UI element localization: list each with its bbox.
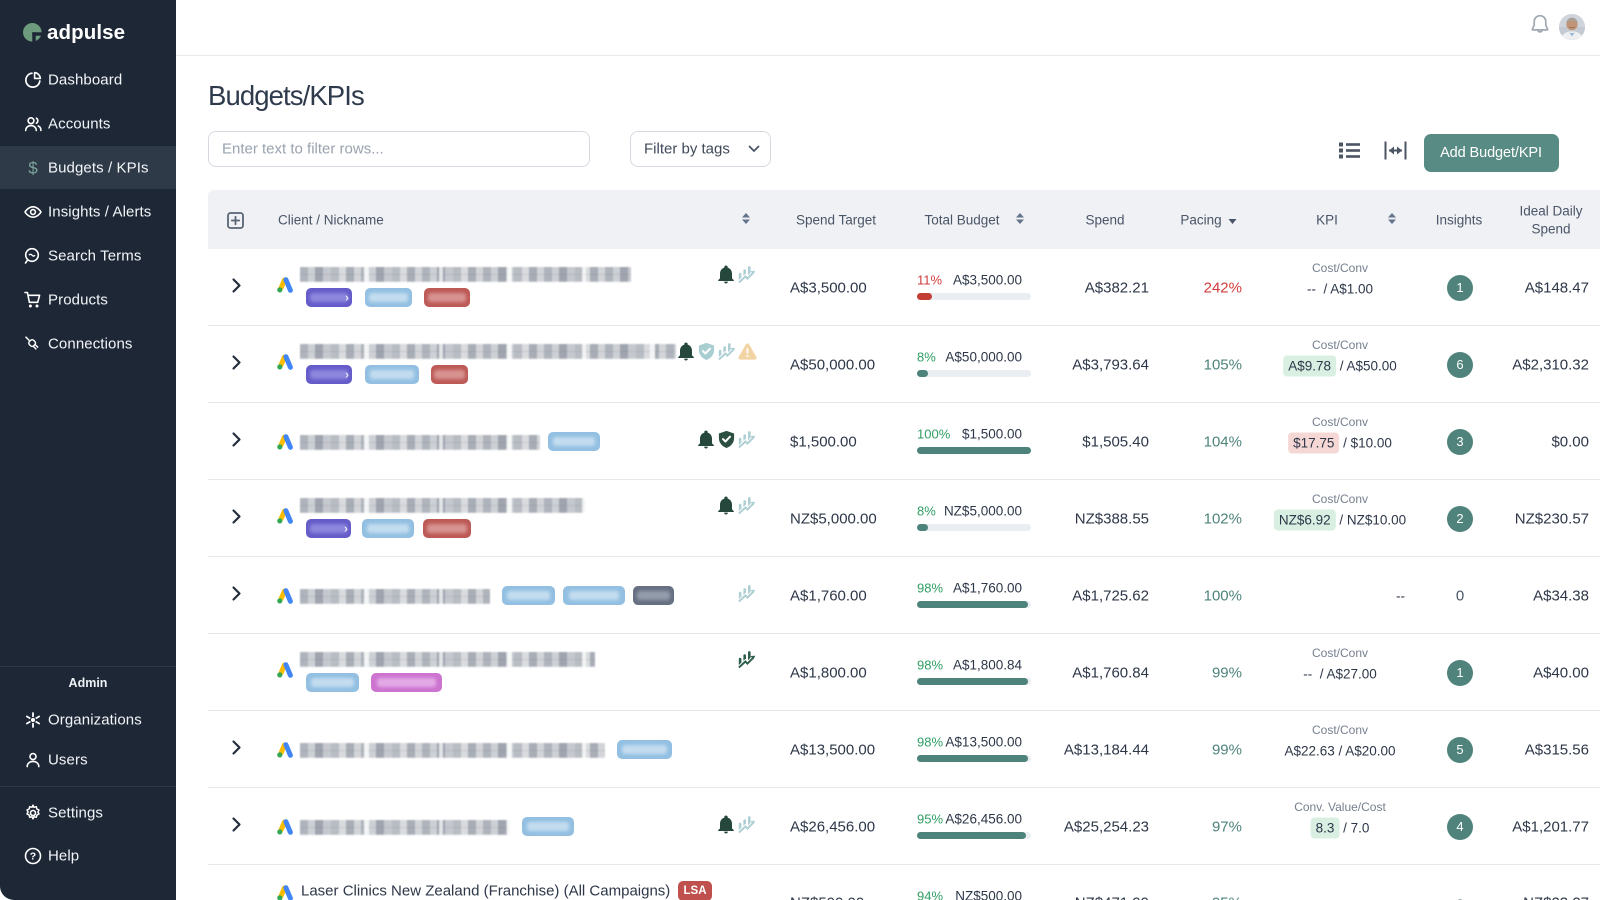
svg-text:?: ? bbox=[30, 851, 36, 863]
svg-text:$: $ bbox=[28, 159, 38, 177]
